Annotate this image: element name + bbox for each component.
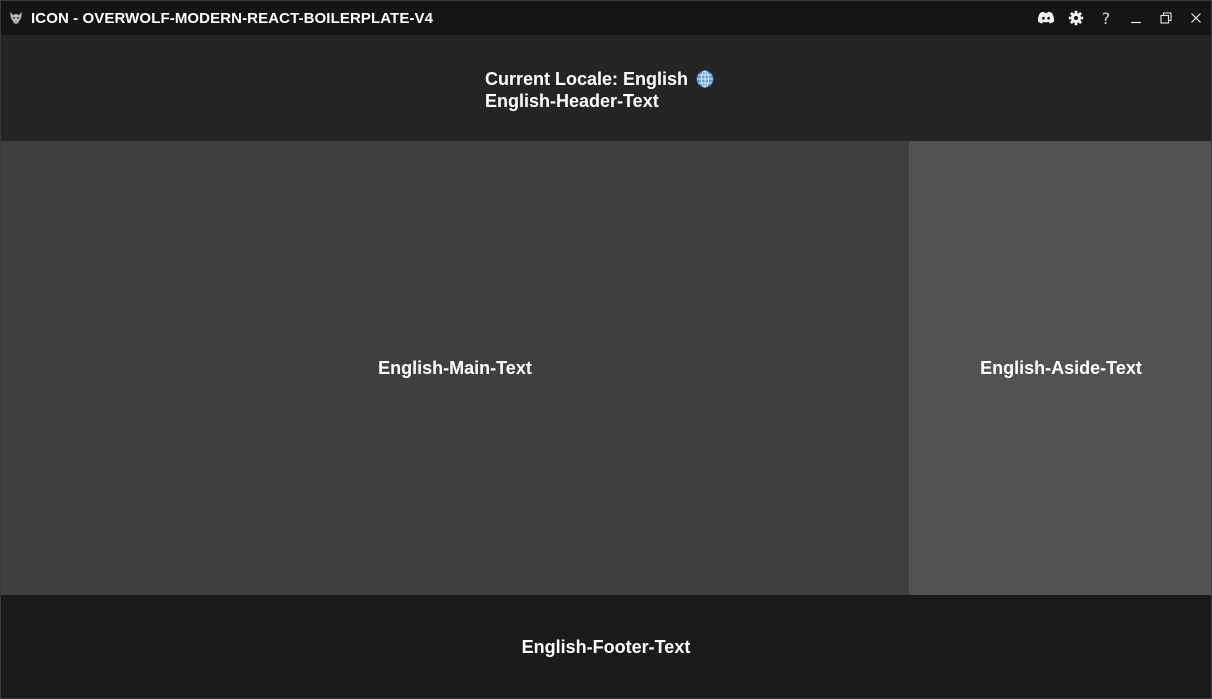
current-locale-label: Current Locale: English	[485, 69, 689, 89]
aside-section: English-Aside-Text	[909, 141, 1211, 595]
main-text: English-Main-Text	[378, 357, 532, 378]
footer-section: English-Footer-Text	[1, 595, 1211, 698]
header-content: Current Locale: English English-Header-T…	[485, 68, 714, 112]
main-section: English-Main-Text	[1, 141, 909, 595]
aside-text: English-Aside-Text	[980, 357, 1142, 378]
title-bar[interactable]: ICON - OVERWOLF-MODERN-REACT-BOILERPLATE…	[1, 1, 1211, 35]
window-title: ICON - OVERWOLF-MODERN-REACT-BOILERPLATE…	[31, 9, 434, 27]
app-window: ICON - OVERWOLF-MODERN-REACT-BOILERPLATE…	[0, 0, 1212, 699]
help-icon[interactable]: ?	[1091, 3, 1121, 33]
close-icon[interactable]	[1181, 3, 1211, 33]
minimize-icon[interactable]	[1121, 3, 1151, 33]
locale-row: Current Locale: English	[485, 68, 714, 90]
globe-icon[interactable]	[696, 70, 714, 88]
header-section: Current Locale: English English-Header-T…	[1, 35, 1211, 141]
discord-icon[interactable]	[1031, 3, 1061, 33]
restore-icon[interactable]	[1151, 3, 1181, 33]
window-controls: ?	[1031, 1, 1211, 35]
wolf-icon	[8, 10, 24, 26]
gear-icon[interactable]	[1061, 3, 1091, 33]
footer-text: English-Footer-Text	[521, 637, 691, 657]
header-text: English-Header-Text	[485, 91, 659, 111]
